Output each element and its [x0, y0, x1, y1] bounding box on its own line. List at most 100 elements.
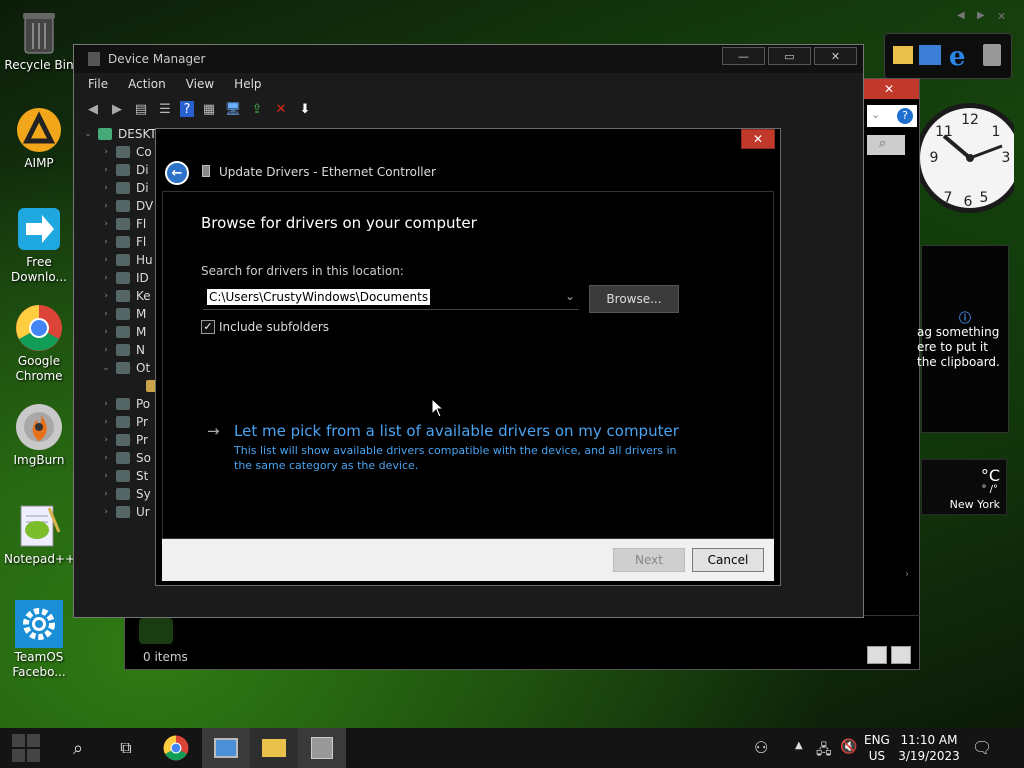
desktop-icon-aimp[interactable]: AIMP — [4, 106, 74, 171]
chevron-right-icon[interactable]: › — [96, 165, 116, 175]
chevron-right-icon[interactable]: › — [96, 309, 116, 319]
chevron-right-icon[interactable]: › — [905, 569, 909, 580]
chevron-down-icon[interactable]: ⌄ — [96, 363, 116, 373]
tree-item[interactable]: › St — [74, 467, 164, 485]
tree-item[interactable]: › ID — [74, 269, 164, 287]
tree-item[interactable]: › Fl — [74, 233, 164, 251]
tree-item[interactable]: › M — [74, 323, 164, 341]
gadget-nav-next-icon[interactable]: ▶ — [977, 10, 985, 21]
tree-item[interactable]: › DV — [74, 197, 164, 215]
menu-action[interactable]: Action — [128, 77, 166, 91]
search-box[interactable]: ⌄ ? — [867, 105, 917, 127]
pick-from-list-link[interactable]: Let me pick from a list of available dri… — [234, 422, 679, 440]
chevron-down-icon[interactable]: ⌄ — [565, 289, 575, 303]
search-button[interactable]: ⌕ — [54, 728, 102, 768]
desktop-icon-teamos[interactable]: TeamOS Facebo... — [4, 600, 74, 680]
tree-root[interactable]: ⌄ DESKT — [74, 125, 164, 143]
uninstall-icon[interactable]: ✕ — [272, 100, 290, 118]
back-arrow-icon[interactable]: ◀ — [84, 100, 102, 118]
scan-hardware-icon[interactable]: 🖥 — [224, 100, 242, 118]
desktop-icon-chrome[interactable]: Google Chrome — [4, 304, 74, 384]
list-view-icon[interactable]: ☰ — [156, 100, 174, 118]
tree-item[interactable]: › Ke — [74, 287, 164, 305]
chevron-right-icon[interactable]: › — [96, 219, 116, 229]
computer-icon[interactable] — [919, 45, 941, 65]
next-button[interactable]: Next — [613, 548, 685, 572]
language-indicator[interactable]: ENG US — [864, 732, 890, 764]
chevron-right-icon[interactable]: › — [96, 435, 116, 445]
tree-item[interactable]: ⌄ Ot — [74, 359, 164, 377]
desktop-icon-recycle-bin[interactable]: Recycle Bin — [4, 8, 74, 73]
gadget-nav-prev-icon[interactable]: ◀ — [957, 10, 965, 21]
chevron-right-icon[interactable]: › — [96, 291, 116, 301]
details-view-icon[interactable] — [867, 646, 887, 664]
forward-arrow-icon[interactable]: ▶ — [108, 100, 126, 118]
notifications-icon[interactable]: 🗨 — [972, 738, 992, 757]
chevron-right-icon[interactable]: › — [96, 201, 116, 211]
chevron-right-icon[interactable]: › — [96, 237, 116, 247]
tree-item[interactable]: › Po — [74, 395, 164, 413]
tree-item[interactable]: › Di — [74, 161, 164, 179]
chevron-right-icon[interactable]: › — [96, 453, 116, 463]
back-button[interactable]: ← — [165, 161, 189, 185]
chevron-right-icon[interactable]: › — [96, 327, 116, 337]
desktop-icon-free-download[interactable]: Free Downlo... — [4, 205, 74, 285]
clock[interactable]: 11:10 AM 3/19/2023 — [898, 732, 960, 764]
tree-item[interactable]: › Pr — [74, 431, 164, 449]
properties-grid-icon[interactable]: ▤ — [132, 100, 150, 118]
taskbar-driver-app[interactable] — [298, 728, 346, 768]
tree-item[interactable]: › Pr — [74, 413, 164, 431]
internet-explorer-icon[interactable]: e — [949, 42, 966, 72]
chevron-right-icon[interactable]: › — [96, 183, 116, 193]
chevron-right-icon[interactable]: › — [96, 399, 116, 409]
menu-file[interactable]: File — [88, 77, 108, 91]
taskbar-device-manager[interactable] — [202, 728, 250, 768]
explorer-close-button[interactable]: ✕ — [859, 79, 919, 99]
network-disconnected-icon[interactable]: 🖧 — [816, 739, 832, 763]
people-icon[interactable]: ⚇ — [754, 738, 768, 757]
tree-item[interactable]: › N — [74, 341, 164, 359]
menu-help[interactable]: Help — [234, 77, 261, 91]
chevron-right-icon[interactable]: › — [96, 273, 116, 283]
update-driver-icon[interactable]: ⇪ — [248, 100, 266, 118]
chevron-right-icon[interactable]: › — [96, 507, 116, 517]
folder-icon[interactable] — [893, 46, 913, 64]
show-hidden-icon[interactable]: ▦ — [200, 100, 218, 118]
search-icon-box[interactable]: ⌕ — [867, 135, 905, 155]
desktop-icon-imgburn[interactable]: ImgBurn — [4, 403, 74, 468]
chevron-right-icon[interactable]: › — [96, 255, 116, 265]
chevron-right-icon[interactable]: › — [96, 471, 116, 481]
include-subfolders-checkbox[interactable]: ✓ — [201, 320, 215, 334]
large-icons-view-icon[interactable] — [891, 646, 911, 664]
path-combobox[interactable]: C:\Users\CrustyWindows\Documents ⌄ — [203, 286, 579, 310]
tree-item[interactable]: › Hu — [74, 251, 164, 269]
cancel-button[interactable]: Cancel — [692, 548, 764, 572]
help-icon[interactable]: ? — [897, 108, 913, 124]
maximize-button[interactable]: ▭ — [768, 47, 811, 65]
taskbar-file-explorer[interactable] — [250, 728, 298, 768]
chevron-right-icon[interactable]: › — [96, 417, 116, 427]
tree-item[interactable]: › M — [74, 305, 164, 323]
tree-item[interactable] — [74, 377, 164, 395]
minimize-button[interactable]: — — [722, 47, 765, 65]
tree-item[interactable]: › Di — [74, 179, 164, 197]
start-button[interactable] — [2, 728, 50, 768]
help-icon[interactable]: ? — [180, 101, 194, 117]
chevron-up-icon[interactable]: ▲ — [795, 740, 803, 751]
chevron-right-icon[interactable]: › — [96, 345, 116, 355]
tree-item[interactable]: › Sy — [74, 485, 164, 503]
recycle-bin-icon[interactable] — [983, 44, 1001, 66]
chevron-right-icon[interactable]: › — [96, 489, 116, 499]
close-button[interactable]: ✕ — [814, 47, 857, 65]
download-icon[interactable]: ⬇ — [296, 100, 314, 118]
tree-item[interactable]: › Ur — [74, 503, 164, 521]
tree-item[interactable]: › So — [74, 449, 164, 467]
volume-muted-icon[interactable]: 🔇 — [840, 739, 857, 755]
desktop-icon-notepad-plus-plus[interactable]: Notepad++ — [4, 502, 75, 567]
task-view-button[interactable]: ⧉ — [102, 728, 150, 768]
gadget-nav-close-icon[interactable]: ✕ — [997, 10, 1006, 23]
browse-button[interactable]: Browse... — [589, 285, 679, 313]
tree-item[interactable]: › Co — [74, 143, 164, 161]
taskbar-chrome[interactable] — [152, 728, 200, 768]
tree-item[interactable]: › Fl — [74, 215, 164, 233]
